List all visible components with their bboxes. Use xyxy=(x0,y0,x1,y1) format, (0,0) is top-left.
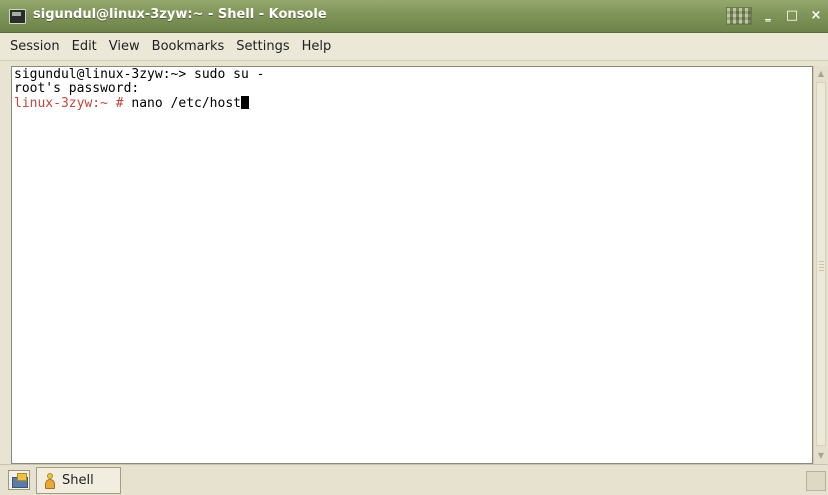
menu-edit[interactable]: Edit xyxy=(66,33,103,61)
title-bar[interactable]: sigundul@linux-3zyw:~ - Shell - Konsole … xyxy=(0,0,828,33)
terminal-area[interactable]: sigundul@linux-3zyw:~> sudo su - root's … xyxy=(11,66,813,464)
konsole-window: sigundul@linux-3zyw:~ - Shell - Konsole … xyxy=(0,0,828,495)
session-tab-shell[interactable]: Shell xyxy=(36,467,121,494)
menu-bookmarks[interactable]: Bookmarks xyxy=(146,33,231,61)
new-session-icon[interactable] xyxy=(8,470,30,490)
scroll-up-arrow-icon[interactable]: ▲ xyxy=(815,67,827,81)
menu-session[interactable]: Session xyxy=(4,33,66,61)
menu-help[interactable]: Help xyxy=(296,33,338,61)
menu-view[interactable]: View xyxy=(103,33,146,61)
vertical-scrollbar[interactable]: ▲ ▼ xyxy=(813,66,828,464)
terminal-app-icon[interactable] xyxy=(9,9,26,24)
scroll-down-arrow-icon[interactable]: ▼ xyxy=(815,449,827,463)
terminal-line: sigundul@linux-3zyw:~> sudo su - xyxy=(14,68,812,82)
maximize-button[interactable]: □ xyxy=(784,8,800,24)
minimize-button[interactable]: ‗ xyxy=(760,8,776,24)
text-cursor xyxy=(240,96,249,109)
window-title: sigundul@linux-3zyw:~ - Shell - Konsole xyxy=(33,7,327,22)
scrollbar-thumb[interactable] xyxy=(816,82,826,446)
grip-icon xyxy=(819,259,824,271)
menu-bar: Session Edit View Bookmarks Settings Hel… xyxy=(0,33,828,61)
terminal-line: linux-3zyw:~ # nano /etc/host xyxy=(14,96,812,111)
shell-user-icon xyxy=(45,472,55,489)
close-button[interactable]: × xyxy=(808,8,824,24)
window-controls: ‗ □ × xyxy=(726,7,824,25)
terminal-line-text: sigundul@linux-3zyw:~> sudo su - xyxy=(14,67,265,82)
menu-settings[interactable]: Settings xyxy=(230,33,295,61)
terminal-line: root's password: xyxy=(14,82,812,96)
taskbar: Shell xyxy=(0,464,828,495)
terminal-line-text: root's password: xyxy=(14,81,140,96)
typed-command: nano /etc/host xyxy=(123,96,241,111)
root-prompt: linux-3zyw:~ # xyxy=(14,96,124,111)
session-tab-label: Shell xyxy=(62,473,94,488)
close-session-icon[interactable] xyxy=(806,471,826,491)
desktop-pager-icon[interactable] xyxy=(726,7,752,25)
